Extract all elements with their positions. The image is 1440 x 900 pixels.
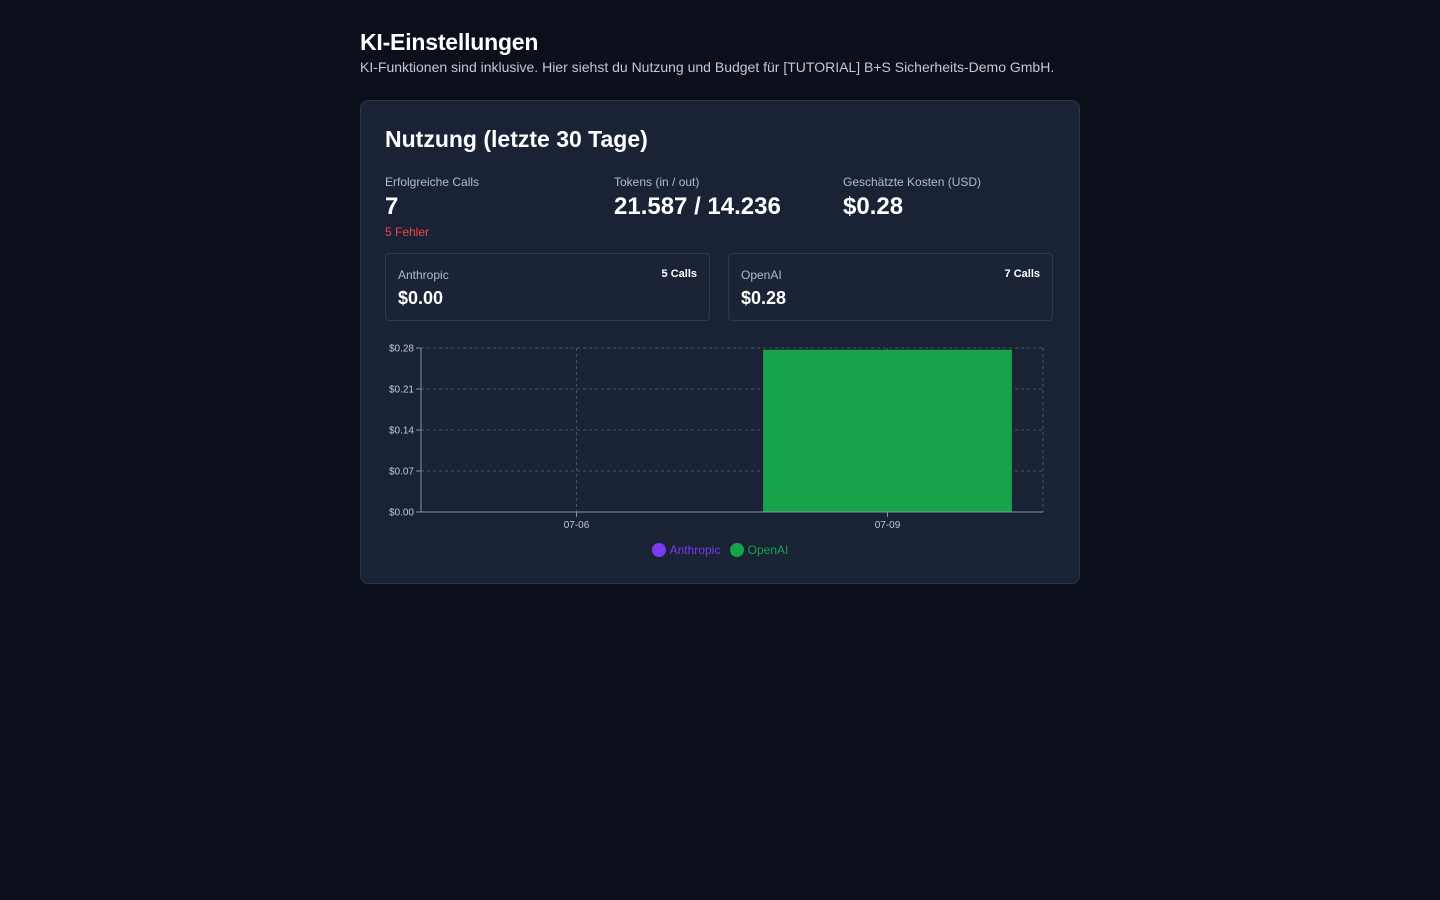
provider-calls: 7 Calls xyxy=(1004,268,1040,280)
provider-name: OpenAI xyxy=(741,268,782,282)
stat-cost-label: Geschätzte Kosten (USD) xyxy=(843,175,982,189)
x-tick-label: 07-06 xyxy=(564,520,590,531)
stat-tokens-value: 21.587 / 14.236 xyxy=(614,193,781,220)
page-title: KI-Einstellungen xyxy=(360,29,539,55)
y-tick-label: $0.28 xyxy=(389,344,414,355)
provider-calls: 5 Calls xyxy=(661,268,697,280)
usage-card-title: Nutzung (letzte 30 Tage) xyxy=(385,126,648,152)
stat-errors: 5 Fehler xyxy=(385,225,430,239)
provider-name: Anthropic xyxy=(398,268,449,282)
stat-estimated-cost: Geschätzte Kosten (USD) $0.28 xyxy=(843,175,981,221)
provider-cost: $0.28 xyxy=(741,288,787,308)
page-subtitle: KI-Funktionen sind inklusive. Hier siehs… xyxy=(360,59,1055,75)
legend-item-openai[interactable]: OpenAI xyxy=(729,543,789,557)
stat-tokens-label: Tokens (in / out) xyxy=(614,175,700,189)
stat-calls-value: 7 xyxy=(385,193,399,220)
legend-label-openai: OpenAI xyxy=(747,543,789,557)
provider-card-anthropic: Anthropic 5 Calls $0.00 xyxy=(385,253,710,321)
legend-swatch-anthropic xyxy=(651,543,666,557)
y-tick-label: $0.21 xyxy=(389,385,414,396)
page-container: KI-Einstellungen KI-Funktionen sind inkl… xyxy=(360,28,1080,584)
provider-card-openai: OpenAI 7 Calls $0.28 xyxy=(728,253,1053,321)
usage-card: Nutzung (letzte 30 Tage) Erfolgreiche Ca… xyxy=(360,100,1080,584)
bar-openai-07-09 xyxy=(763,349,1012,512)
stat-successful-calls: Erfolgreiche Calls 7 5 Fehler xyxy=(385,175,479,239)
x-tick-label: 07-09 xyxy=(875,520,901,531)
y-tick-label: $0.00 xyxy=(389,508,414,519)
legend-label-anthropic: Anthropic xyxy=(669,543,721,557)
stat-calls-label: Erfolgreiche Calls xyxy=(385,175,480,189)
y-tick-label: $0.14 xyxy=(389,426,414,437)
stat-tokens: Tokens (in / out) 21.587 / 14.236 xyxy=(614,175,781,221)
provider-cost: $0.00 xyxy=(398,288,444,308)
legend-swatch-openai xyxy=(729,543,744,557)
chart-legend: Anthropic OpenAI xyxy=(361,543,1079,560)
y-tick-label: $0.07 xyxy=(389,467,414,478)
stat-cost-value: $0.28 xyxy=(843,193,904,220)
cost-chart: $0.00 $0.07 $0.14 $0.21 $0.28 07-06 07-09 xyxy=(389,344,1044,531)
legend-item-anthropic[interactable]: Anthropic xyxy=(651,543,721,557)
